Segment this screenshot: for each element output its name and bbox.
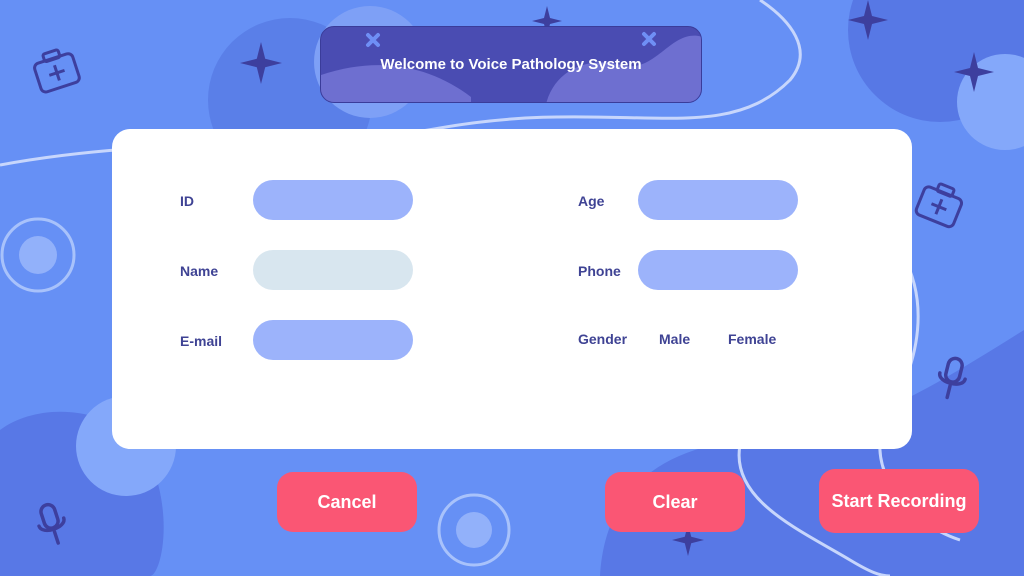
- gender-label: Gender: [578, 331, 628, 347]
- page-title: Welcome to Voice Pathology System: [380, 56, 642, 73]
- microphone-icon: [938, 356, 967, 400]
- gender-option-female[interactable]: Female: [728, 331, 776, 347]
- close-icon: [366, 33, 380, 47]
- sparkle-icon: [848, 0, 888, 40]
- phone-label: Phone: [578, 263, 621, 279]
- patient-form-card: ID Name E-mail Age Phone Gender Male Fem…: [112, 129, 912, 449]
- sparkle-icon: [954, 52, 994, 92]
- start-recording-button[interactable]: Start Recording: [819, 469, 979, 533]
- title-banner: Welcome to Voice Pathology System: [320, 26, 702, 103]
- close-icon: [642, 32, 656, 46]
- email-field[interactable]: [253, 320, 413, 360]
- first-aid-kit-icon: [33, 48, 81, 94]
- microphone-icon: [37, 502, 66, 545]
- gender-option-male[interactable]: Male: [659, 331, 690, 347]
- name-label: Name: [180, 263, 219, 279]
- id-field[interactable]: [253, 180, 413, 220]
- clear-button[interactable]: Clear: [605, 472, 745, 532]
- age-label: Age: [578, 193, 605, 209]
- id-label: ID: [180, 193, 194, 209]
- first-aid-kit-icon: [914, 182, 964, 229]
- email-label: E-mail: [180, 333, 223, 349]
- age-field[interactable]: [638, 180, 798, 220]
- sparkle-icon: [240, 42, 282, 84]
- name-field[interactable]: [253, 250, 413, 290]
- phone-field[interactable]: [638, 250, 798, 290]
- cancel-button[interactable]: Cancel: [277, 472, 417, 532]
